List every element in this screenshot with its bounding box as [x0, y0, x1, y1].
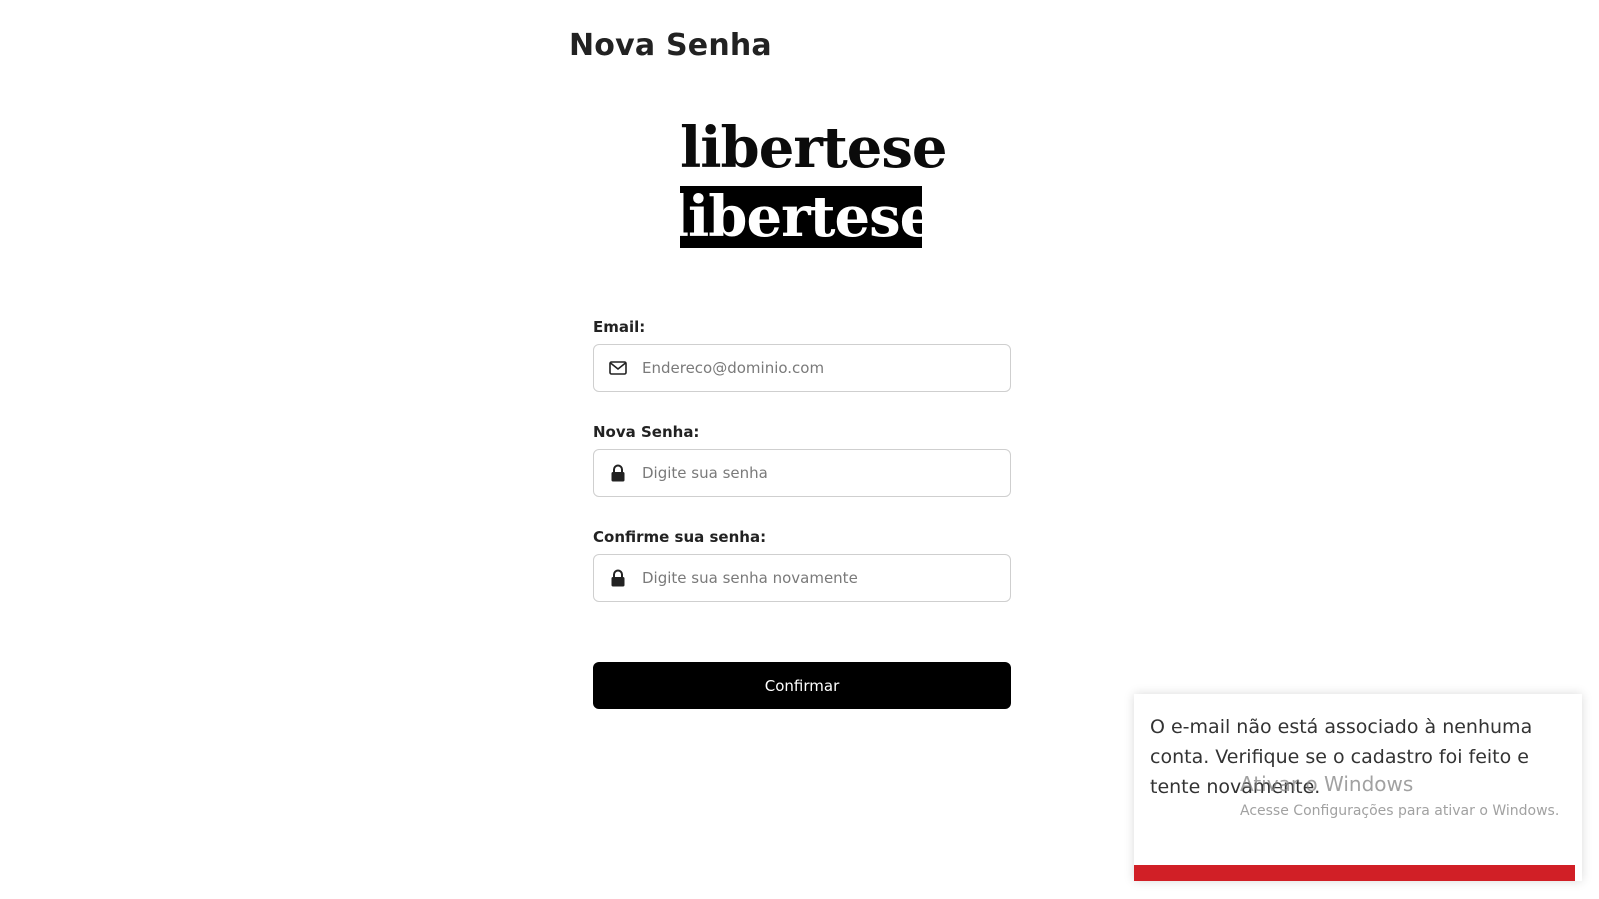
- reset-password-form: Email: Nova Senha: Confirme sua senh: [593, 318, 1011, 633]
- logo-text-inverted: libertese: [667, 184, 935, 250]
- brand-logo: libertese libertese: [668, 115, 948, 248]
- windows-activation-subtitle: Acesse Configurações para ativar o Windo…: [1240, 803, 1560, 819]
- confirm-password-input-box[interactable]: [593, 554, 1011, 602]
- logo-box-inverted: libertese: [668, 186, 935, 248]
- page-title: Nova Senha: [569, 28, 772, 63]
- email-label: Email:: [593, 318, 646, 336]
- confirm-password-field-group: Confirme sua senha:: [593, 528, 1011, 602]
- new-password-input-box[interactable]: [593, 449, 1011, 497]
- new-password-label: Nova Senha:: [593, 423, 700, 441]
- windows-activation-title: Ativar o Windows: [1240, 772, 1414, 796]
- lock-icon: [608, 568, 628, 588]
- confirm-password-label: Confirme sua senha:: [593, 528, 767, 546]
- confirm-button[interactable]: Confirmar: [593, 662, 1011, 709]
- logo-text-plain: libertese: [680, 115, 948, 181]
- email-input[interactable]: [642, 359, 1010, 377]
- new-password-field-group: Nova Senha:: [593, 423, 1011, 497]
- envelope-icon: [608, 358, 628, 378]
- lock-icon: [608, 463, 628, 483]
- email-input-box[interactable]: [593, 344, 1011, 392]
- new-password-input[interactable]: [642, 464, 1010, 482]
- confirm-password-input[interactable]: [642, 569, 1010, 587]
- toast-progress-bar: [1134, 865, 1576, 881]
- email-field-group: Email:: [593, 318, 1011, 392]
